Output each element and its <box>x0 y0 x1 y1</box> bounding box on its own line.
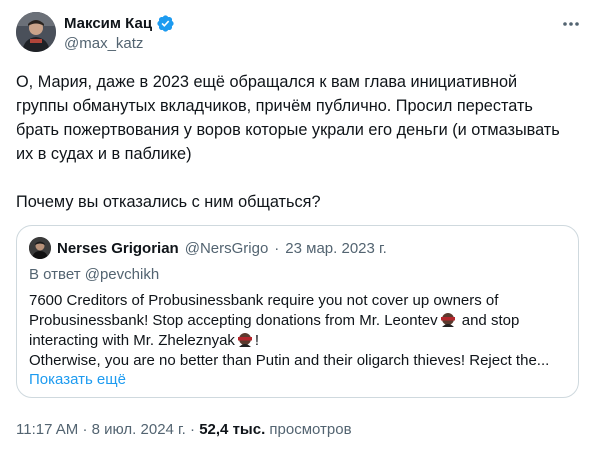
quoted-author-name: Nerses Grigorian <box>57 239 179 257</box>
quoted-text-line: Probusinessbank! Stop accepting donation… <box>29 311 569 331</box>
tweet-text: О, Мария, даже в 2023 ещё обращался к ва… <box>16 70 576 214</box>
tweet-time[interactable]: 11:17 AM <box>16 421 78 438</box>
views-label: просмотров <box>269 421 352 438</box>
quoted-text-fragment: interacting with Mr. Zheleznyak <box>29 332 235 349</box>
show-more-link[interactable]: Показать ещё <box>29 371 126 388</box>
author-name[interactable]: Максим Кац <box>64 15 152 32</box>
quoted-text-fragment: ! <box>254 332 260 349</box>
author-handle[interactable]: @max_katz <box>64 35 175 52</box>
quoted-text-fragment: and stop <box>461 312 520 329</box>
tweet: Максим Кац @max_katz О, Мария, даже в 20… <box>0 0 597 456</box>
author-block: Максим Кац @max_katz <box>64 13 175 52</box>
views-count: 52,4 тыс. <box>199 421 266 438</box>
tweet-date[interactable]: 8 июл. 2024 г. <box>92 421 186 438</box>
quoted-text-fragment: Probusinessbank! Stop accepting donation… <box>29 312 438 329</box>
metadata-separator: · <box>190 421 196 438</box>
quoted-text-line: Otherwise, you are no better than Putin … <box>29 352 550 369</box>
tweet-metadata: 11:17 AM · 8 июл. 2024 г. · 52,4 тыс. пр… <box>16 421 352 438</box>
quoted-reply-to: В ответ @pevchikh <box>29 266 160 283</box>
verified-badge-icon <box>157 14 174 32</box>
quoted-tweet[interactable]: Nerses Grigorian @NersGrigo · 23 мар. 20… <box>16 225 579 398</box>
metadata-separator: · <box>82 421 88 438</box>
quoted-author-avatar <box>29 237 51 259</box>
quoted-tweet-text: 7600 Creditors of Probusinessbank requir… <box>29 291 569 371</box>
quoted-text-line: 7600 Creditors of Probusinessbank requir… <box>29 292 499 309</box>
quoted-author-handle: @NersGrigo <box>184 239 269 257</box>
quoted-date: 23 мар. 2023 г. <box>285 239 387 257</box>
tweet-text-line: брать пожертвования у воров которые укра… <box>16 121 560 139</box>
quoted-tweet-header: Nerses Grigorian @NersGrigo · 23 мар. 20… <box>29 237 387 259</box>
quoted-text-line: interacting with Mr. Zheleznyak! <box>29 331 569 351</box>
tweet-question: Почему вы отказались с ним общаться? <box>16 193 321 211</box>
thief-emoji-icon <box>440 313 455 327</box>
author-avatar[interactable] <box>16 12 56 52</box>
tweet-text-line: группы обманутых вкладчиков, причём публ… <box>16 97 533 115</box>
quoted-separator: · <box>274 239 280 257</box>
thief-emoji-icon <box>237 333 252 347</box>
more-options-icon[interactable] <box>561 14 581 34</box>
tweet-text-line: их в судах и в паблике) <box>16 145 192 163</box>
tweet-text-line: О, Мария, даже в 2023 ещё обращался к ва… <box>16 73 518 91</box>
